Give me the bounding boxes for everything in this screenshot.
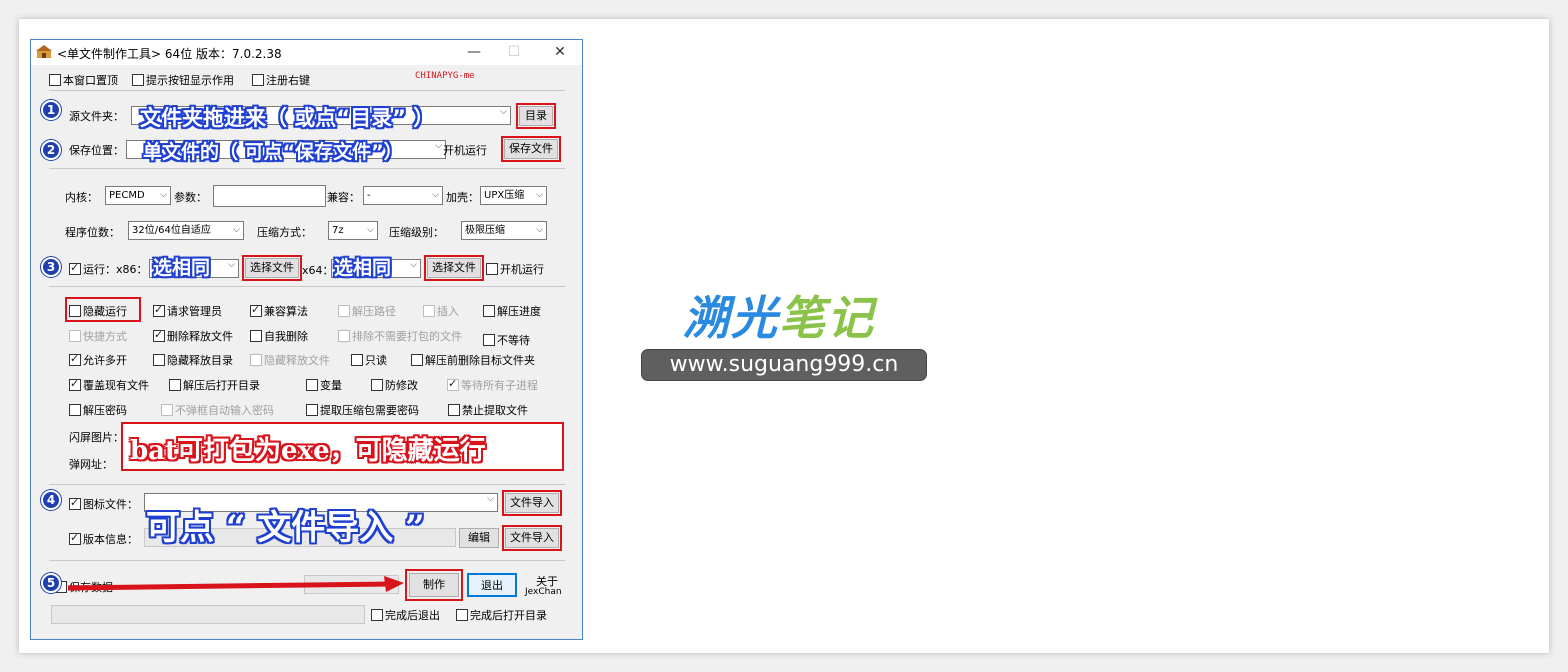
autostart-checkbox-2[interactable]: 开机运行 xyxy=(486,261,544,277)
opt-extract-password[interactable]: 解压密码 xyxy=(69,402,127,418)
annotation-save-file: 单文件的（ 可点“保存文件”） xyxy=(143,141,403,163)
step-marker-4: 4 xyxy=(41,490,61,510)
author-label[interactable]: JexChan xyxy=(525,587,562,597)
opt-compat-algo[interactable]: 兼容算法 xyxy=(250,303,308,319)
opt-multi-instance[interactable]: 允许多开 xyxy=(69,352,127,368)
edit-button[interactable]: 编辑 xyxy=(459,528,499,548)
icon-checkbox[interactable]: 图标文件： xyxy=(69,496,138,512)
highlight-frame xyxy=(516,103,556,129)
done-open-checkbox[interactable]: 完成后打开目录 xyxy=(456,607,547,623)
red-arrow xyxy=(67,576,404,592)
highlight-frame xyxy=(424,255,484,281)
option-topmost[interactable]: 本窗口置顶 xyxy=(49,72,118,88)
opt-readonly[interactable]: 只读 xyxy=(351,352,387,368)
x64-label: x64： xyxy=(302,264,334,277)
opt-wait-children[interactable]: 等待所有子进程 xyxy=(447,377,538,393)
annotation-select-same-2: 选相同 xyxy=(334,257,392,279)
run-checkbox[interactable]: 运行：x86： xyxy=(69,261,148,277)
popup-label: 弹网址： xyxy=(69,458,113,471)
compat-select[interactable]: - ⌵ xyxy=(363,186,443,205)
opt-exclude-files[interactable]: 排除不需要打包的文件 xyxy=(338,328,462,344)
maximize-button[interactable]: ☐ xyxy=(494,40,534,65)
kernel-label: 内核： xyxy=(65,191,98,204)
opt-archive-password[interactable]: 提取压缩包需要密码 xyxy=(306,402,419,418)
exit-button[interactable]: 退出 xyxy=(467,573,517,597)
autostart-label-1[interactable]: 开机运行 xyxy=(443,142,487,158)
divider xyxy=(49,484,565,485)
window-title: <单文件制作工具> 64位 版本：7.0.2.38 xyxy=(57,47,282,61)
level-label: 压缩级别： xyxy=(389,226,444,239)
compress-select[interactable]: 7z ⌵ xyxy=(328,221,378,240)
step-marker-2: 2 xyxy=(41,140,61,160)
opt-hide-release-dir[interactable]: 隐藏释放目录 xyxy=(153,352,233,368)
compress-label: 压缩方式： xyxy=(257,226,312,239)
level-select[interactable]: 极限压缩 ⌵ xyxy=(461,221,547,240)
bits-select[interactable]: 32位/64位自适应 ⌵ xyxy=(128,221,244,240)
opt-no-wait[interactable]: 不等待 xyxy=(483,332,530,348)
opt-auto-password[interactable]: 不弹框自动输入密码 xyxy=(161,402,274,418)
opt-self-delete[interactable]: 自我删除 xyxy=(250,328,308,344)
done-exit-checkbox[interactable]: 完成后退出 xyxy=(371,607,440,623)
splash-label: 闪屏图片： xyxy=(69,431,124,444)
annotation-bat-exe: bat可打包为exe，可隐藏运行 xyxy=(130,436,486,466)
step-marker-1: 1 xyxy=(41,100,61,120)
watermark-text: CHINAPYG-me xyxy=(415,71,475,81)
close-button[interactable]: ✕ xyxy=(540,40,580,65)
highlight-frame xyxy=(242,255,302,281)
opt-overwrite[interactable]: 覆盖现有文件 xyxy=(69,377,149,393)
highlight-frame xyxy=(502,525,562,551)
opt-variable[interactable]: 变量 xyxy=(306,377,342,393)
opt-forbid-extract[interactable]: 禁止提取文件 xyxy=(448,402,528,418)
params-input[interactable] xyxy=(213,185,326,207)
opt-anti-modify[interactable]: 防修改 xyxy=(371,377,418,393)
annotation-drag-folder: 文件夹拖进来（ 或点“目录” ） xyxy=(140,106,435,130)
annotation-import-file: 可点 “ 文件导入 ” xyxy=(146,508,425,548)
minimize-button[interactable]: — xyxy=(454,40,494,65)
step-marker-3: 3 xyxy=(41,257,61,277)
highlight-frame xyxy=(502,490,562,516)
opt-admin[interactable]: 请求管理员 xyxy=(153,303,222,319)
shell-select[interactable]: UPX压缩 ⌵ xyxy=(480,186,547,205)
brand-url: www.suguang999.cn xyxy=(641,349,927,381)
version-checkbox[interactable]: 版本信息： xyxy=(69,531,138,547)
source-label: 源文件夹： xyxy=(69,110,124,123)
annotation-select-same-1: 选相同 xyxy=(153,257,211,279)
shell-label: 加壳： xyxy=(446,191,479,204)
divider xyxy=(49,168,565,169)
brand-logo: 溯光笔记 xyxy=(683,291,875,345)
highlight-frame xyxy=(501,136,561,162)
opt-shortcut[interactable]: 快捷方式 xyxy=(69,328,127,344)
kernel-select[interactable]: PECMD ⌵ xyxy=(105,186,171,205)
save-label: 保存位置： xyxy=(69,144,124,157)
opt-progress[interactable]: 解压进度 xyxy=(483,303,541,319)
compat-label: 兼容： xyxy=(327,191,360,204)
bits-label: 程序位数： xyxy=(65,226,120,239)
option-show-tips[interactable]: 提示按钮显示作用 xyxy=(132,72,234,88)
opt-delete-target-before[interactable]: 解压前删除目标文件夹 xyxy=(411,352,535,368)
opt-hide-release-file[interactable]: 隐藏释放文件 xyxy=(250,352,330,368)
opt-open-dir-after[interactable]: 解压后打开目录 xyxy=(169,377,260,393)
divider xyxy=(49,90,565,91)
opt-insert[interactable]: 插入 xyxy=(423,303,459,319)
step-marker-5: 5 xyxy=(41,573,61,593)
opt-delete-released[interactable]: 删除释放文件 xyxy=(153,328,233,344)
opt-extract-path[interactable]: 解压路径 xyxy=(338,303,396,319)
highlight-frame xyxy=(65,297,141,322)
divider xyxy=(49,286,565,287)
app-icon xyxy=(36,45,52,58)
params-label: 参数： xyxy=(174,191,207,204)
divider xyxy=(49,560,565,561)
title-bar: <单文件制作工具> 64位 版本：7.0.2.38 — ☐ ✕ xyxy=(31,40,582,65)
option-register-context[interactable]: 注册右键 xyxy=(252,72,310,88)
progress-bar xyxy=(51,605,365,624)
highlight-frame xyxy=(405,569,463,601)
